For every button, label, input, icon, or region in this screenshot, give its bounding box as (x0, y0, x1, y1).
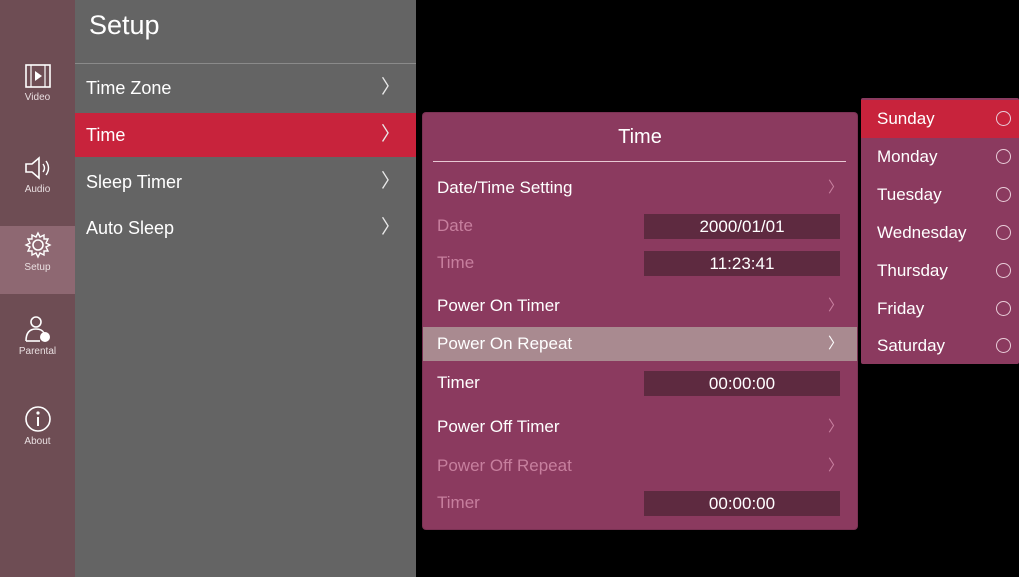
chevron-right-icon: 〉 (380, 171, 400, 192)
sidebar-item-label: About (24, 436, 51, 447)
day-label: Tuesday (877, 185, 942, 204)
radio-button[interactable] (996, 263, 1011, 278)
row-label: Power Off Timer (437, 417, 560, 436)
day-label: Wednesday (877, 223, 967, 242)
day-label: Sunday (877, 109, 935, 128)
menu-item-auto-sleep[interactable]: Auto Sleep 〉 (75, 206, 416, 250)
power-off-timer-value-row: Timer 00:00:00 (423, 486, 857, 520)
menu-item-time[interactable]: Time 〉 (75, 113, 416, 157)
row-label: Time (437, 253, 475, 272)
chevron-right-icon: 〉 (827, 418, 843, 435)
chevron-right-icon: 〉 (827, 335, 843, 352)
divider (75, 63, 416, 64)
sidebar-item-about[interactable]: About (0, 400, 75, 468)
power-on-repeat-item[interactable]: Power On Repeat 〉 (423, 327, 857, 361)
date-time-setting-item[interactable]: Date/Time Setting 〉 (423, 171, 857, 205)
radio-button[interactable] (996, 187, 1011, 202)
radio-button[interactable] (996, 301, 1011, 316)
sidebar-item-parental[interactable]: Parental (0, 310, 75, 378)
radio-button[interactable] (996, 225, 1011, 240)
row-label: Power On Repeat (437, 334, 573, 353)
date-row: Date 2000/01/01 (423, 209, 857, 243)
sidebar-item-setup[interactable]: Setup (0, 226, 75, 294)
menu-item-label: Auto Sleep (86, 218, 175, 238)
page-title: Setup (89, 10, 160, 40)
info-icon (24, 406, 51, 432)
sidebar-item-video[interactable]: Video (0, 58, 75, 126)
row-label: Timer (437, 373, 480, 392)
power-on-timer-value-row[interactable]: Timer 00:00:00 (423, 366, 857, 400)
sidebar-item-label: Video (24, 92, 51, 103)
list-item-saturday[interactable]: Saturday (861, 327, 1019, 365)
sidebar-item-label: Setup (24, 262, 51, 273)
day-label: Thursday (877, 261, 948, 280)
power-on-timer-item[interactable]: Power On Timer 〉 (423, 289, 857, 323)
row-label: Power On Timer (437, 296, 560, 315)
list-item-tuesday[interactable]: Tuesday (861, 176, 1019, 214)
list-item-thursday[interactable]: Thursday (861, 252, 1019, 290)
time-panel: Time Date/Time Setting 〉 Date 2000/01/01… (423, 113, 857, 529)
date-field: 2000/01/01 (644, 214, 840, 239)
chevron-right-icon: 〉 (827, 457, 843, 474)
menu-item-label: Time Zone (86, 78, 172, 98)
sidebar-item-label: Parental (18, 346, 57, 357)
power-on-timer-field[interactable]: 00:00:00 (644, 371, 840, 396)
chevron-right-icon: 〉 (380, 77, 400, 98)
menu-item-time-zone[interactable]: Time Zone 〉 (75, 66, 416, 110)
sidebar-item-audio[interactable]: Audio (0, 150, 75, 218)
power-off-timer-item[interactable]: Power Off Timer 〉 (423, 410, 857, 444)
day-label: Monday (877, 147, 938, 166)
list-item-wednesday[interactable]: Wednesday (861, 214, 1019, 252)
row-label: Date/Time Setting (437, 178, 573, 197)
day-list: Sunday Monday Tuesday Wednesday Thursday… (861, 98, 1019, 364)
sidebar-item-label: Audio (24, 184, 51, 195)
list-item-sunday[interactable]: Sunday (861, 100, 1019, 138)
chevron-right-icon: 〉 (380, 124, 400, 145)
day-label: Saturday (877, 336, 946, 355)
radio-button[interactable] (996, 111, 1011, 126)
panel-title: Time (618, 126, 662, 148)
row-label: Date (437, 216, 473, 235)
chevron-right-icon: 〉 (827, 179, 843, 196)
power-off-repeat-item: Power Off Repeat 〉 (423, 449, 857, 483)
setup-menu: Setup Time Zone 〉 Time 〉 Sleep Timer 〉 A… (75, 0, 416, 577)
row-label: Timer (437, 493, 480, 512)
list-item-monday[interactable]: Monday (861, 138, 1019, 176)
menu-item-label: Sleep Timer (86, 172, 183, 192)
power-off-timer-field: 00:00:00 (644, 491, 840, 516)
speaker-icon (24, 156, 49, 180)
divider (433, 161, 846, 162)
menu-item-sleep-timer[interactable]: Sleep Timer 〉 (75, 160, 416, 204)
menu-item-label: Time (86, 125, 126, 145)
chevron-right-icon: 〉 (827, 297, 843, 314)
chevron-right-icon: 〉 (380, 217, 400, 238)
time-row: Time 11:23:41 (423, 246, 857, 280)
list-item-friday[interactable]: Friday (861, 290, 1019, 328)
radio-button[interactable] (996, 338, 1011, 353)
day-label: Friday (877, 299, 925, 318)
radio-button[interactable] (996, 149, 1011, 164)
time-field: 11:23:41 (644, 251, 840, 276)
sidebar-rail: Video Audio Setup Parental About (0, 0, 75, 577)
gear-icon (23, 231, 52, 259)
row-label: Power Off Repeat (437, 456, 572, 475)
video-icon (24, 64, 51, 88)
parental-lock-icon (24, 316, 50, 342)
